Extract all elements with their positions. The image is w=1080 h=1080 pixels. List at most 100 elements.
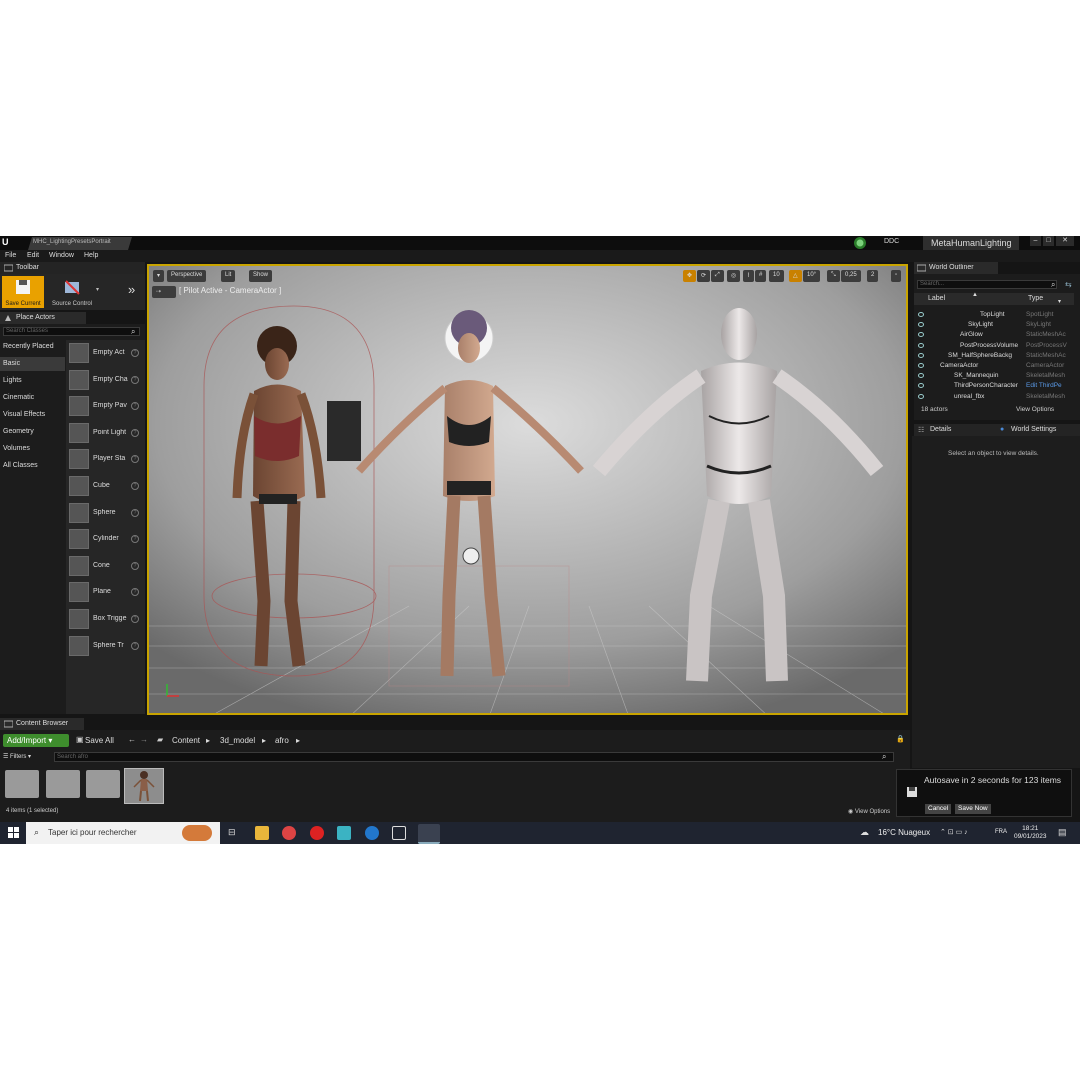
grid-snap-icon[interactable]: # bbox=[755, 270, 767, 282]
help-icon[interactable]: ? bbox=[131, 588, 139, 597]
menu-window[interactable]: Window bbox=[49, 252, 74, 259]
menu-file[interactable]: File bbox=[5, 252, 16, 259]
actor-item[interactable]: Cube? bbox=[66, 473, 145, 499]
source-control-dropdown-icon[interactable]: ▾ bbox=[96, 286, 99, 293]
type-column-header[interactable]: Type bbox=[1028, 295, 1043, 302]
actor-item[interactable]: Player Sta? bbox=[66, 446, 145, 472]
minimize-button[interactable]: – bbox=[1030, 236, 1041, 246]
clock[interactable]: 18:21 09/01/2023 bbox=[1014, 825, 1047, 841]
help-icon[interactable]: ? bbox=[131, 508, 139, 517]
add-import-button[interactable]: Add/Import ▾ bbox=[3, 734, 69, 747]
task-view-icon[interactable]: ⊟ bbox=[228, 827, 236, 838]
outliner-row[interactable]: ThirdPersonCharacter Edit ThirdPe bbox=[914, 381, 1072, 391]
taskbar-search-box[interactable]: ⌕ Taper ici pour rechercher bbox=[26, 822, 220, 844]
actor-item[interactable]: Empty Cha? bbox=[66, 367, 145, 393]
app-c-icon[interactable] bbox=[365, 826, 379, 840]
menu-edit[interactable]: Edit bbox=[27, 252, 39, 259]
outliner-row[interactable]: SM_HalfSphereBackg StaticMeshAc bbox=[914, 351, 1072, 361]
unreal-engine-taskbar-icon[interactable] bbox=[418, 824, 440, 844]
help-icon[interactable]: ? bbox=[131, 428, 139, 437]
filters-button[interactable]: ☰ Filters ▾ bbox=[3, 753, 31, 760]
asset-thumbnail-selected[interactable] bbox=[124, 768, 164, 804]
surface-snap-icon[interactable]: ⌇ bbox=[743, 270, 754, 282]
language-indicator[interactable]: FRA bbox=[995, 829, 1007, 835]
file-explorer-icon[interactable] bbox=[255, 826, 269, 840]
scale-snap-value[interactable]: 0,25 bbox=[841, 270, 861, 282]
pilot-eject-button[interactable]: ⇢ bbox=[152, 286, 176, 298]
autosave-cancel-button[interactable]: Cancel bbox=[925, 804, 952, 814]
category-item[interactable]: Visual Effects bbox=[0, 408, 65, 422]
folder-item[interactable] bbox=[5, 770, 39, 798]
visibility-eye-icon[interactable] bbox=[918, 383, 924, 389]
world-local-icon[interactable]: ◎ bbox=[727, 270, 741, 282]
outliner-row[interactable]: TopLight SpotLight bbox=[914, 310, 1072, 320]
rotate-mode-icon[interactable]: ⟳ bbox=[697, 270, 711, 282]
category-item[interactable]: Cinematic bbox=[0, 391, 65, 405]
history-forward-icon[interactable]: → bbox=[140, 735, 148, 744]
outliner-row[interactable]: AirGlow StaticMeshAc bbox=[914, 330, 1072, 340]
lit-button[interactable]: Lit bbox=[221, 270, 236, 282]
content-search-input[interactable]: Search afro bbox=[54, 752, 894, 762]
weather-text[interactable]: 16°C Nuageux bbox=[878, 828, 930, 837]
search-classes-input[interactable]: Search Classes bbox=[3, 327, 140, 336]
notification-icon[interactable]: ▤ bbox=[1058, 827, 1067, 838]
actor-item[interactable]: Cone? bbox=[66, 553, 145, 579]
autosave-save-now-button[interactable]: Save Now bbox=[955, 804, 991, 814]
maximize-viewport-icon[interactable]: ▫ bbox=[891, 270, 902, 282]
category-item[interactable]: Recently Placed bbox=[0, 340, 65, 354]
outliner-settings-icon[interactable]: ⇆ bbox=[1065, 280, 1072, 289]
category-item[interactable]: Volumes bbox=[0, 442, 65, 456]
maya-icon[interactable] bbox=[337, 826, 351, 840]
perspective-button[interactable]: Perspective bbox=[167, 270, 207, 282]
world-settings-tab[interactable]: World Settings bbox=[1011, 426, 1056, 433]
visibility-eye-icon[interactable] bbox=[918, 322, 924, 328]
help-icon[interactable]: ? bbox=[131, 402, 139, 411]
visibility-eye-icon[interactable] bbox=[918, 312, 924, 317]
sort-ascending-icon[interactable]: ▲ bbox=[972, 292, 978, 298]
actor-item[interactable]: Empty Pav? bbox=[66, 393, 145, 419]
opera-icon[interactable] bbox=[310, 826, 324, 840]
breadcrumb-afro[interactable]: afro bbox=[275, 736, 289, 745]
actor-item[interactable]: Cylinder? bbox=[66, 526, 145, 552]
level-tab[interactable]: MHC_LightingPresetsPortrait bbox=[28, 237, 132, 250]
breadcrumb-content[interactable]: Content bbox=[172, 736, 200, 745]
show-button[interactable]: Show bbox=[249, 270, 273, 282]
source-control-status-icon[interactable] bbox=[850, 236, 870, 250]
outliner-row[interactable]: unreal_fbx SkeletalMesh bbox=[914, 392, 1072, 402]
outliner-row[interactable]: CameraActor CameraActor bbox=[914, 361, 1072, 371]
content-browser-tab[interactable]: Content Browser bbox=[0, 718, 84, 730]
rotation-snap-value[interactable]: 10° bbox=[803, 270, 821, 282]
save-all-button[interactable]: Save All bbox=[85, 736, 114, 745]
type-dropdown-icon[interactable]: ▾ bbox=[1058, 298, 1061, 305]
save-current-button[interactable]: Save Current bbox=[2, 276, 44, 308]
system-tray-icons[interactable]: ⌃ ⊡ ▭ ♪ bbox=[940, 828, 968, 836]
actor-item[interactable]: Sphere Tr? bbox=[66, 633, 145, 659]
details-tab[interactable]: Details bbox=[930, 426, 951, 433]
outliner-row[interactable]: PostProcessVolume PostProcessV bbox=[914, 341, 1072, 351]
chrome-icon[interactable] bbox=[282, 826, 296, 840]
search-icon[interactable]: ⌕ bbox=[882, 752, 886, 762]
actor-item[interactable]: Empty Act? bbox=[66, 340, 145, 366]
actor-item[interactable]: Sphere? bbox=[66, 500, 145, 526]
level-viewport[interactable]: ▾ Perspective Lit Show ⇢ [ Pilot Active … bbox=[147, 264, 908, 715]
menu-help[interactable]: Help bbox=[84, 252, 98, 259]
scale-mode-icon[interactable]: ⤢ bbox=[711, 270, 724, 282]
category-item[interactable]: Geometry bbox=[0, 425, 65, 439]
category-item[interactable]: All Classes bbox=[0, 459, 65, 473]
viewport-options-button[interactable]: ▾ bbox=[153, 270, 165, 282]
windows-start-icon[interactable] bbox=[8, 827, 19, 838]
actor-item[interactable]: Plane? bbox=[66, 579, 145, 605]
outliner-search-input[interactable]: Search... bbox=[917, 280, 1057, 289]
help-icon[interactable]: ? bbox=[131, 482, 139, 490]
visibility-eye-icon[interactable] bbox=[918, 393, 924, 399]
rotation-snap-icon[interactable]: △ bbox=[789, 270, 802, 282]
visibility-eye-icon[interactable] bbox=[918, 332, 924, 338]
category-item[interactable]: Basic bbox=[0, 357, 65, 371]
folder-item[interactable] bbox=[46, 770, 80, 798]
3d-cube-app-icon[interactable] bbox=[392, 826, 406, 840]
visibility-eye-icon[interactable] bbox=[918, 352, 924, 358]
search-icon[interactable]: ⌕ bbox=[131, 327, 135, 337]
world-outliner-tab[interactable]: World Outliner bbox=[914, 262, 998, 274]
lock-icon[interactable]: 🔒 bbox=[896, 735, 905, 743]
folder-item[interactable] bbox=[86, 770, 120, 798]
